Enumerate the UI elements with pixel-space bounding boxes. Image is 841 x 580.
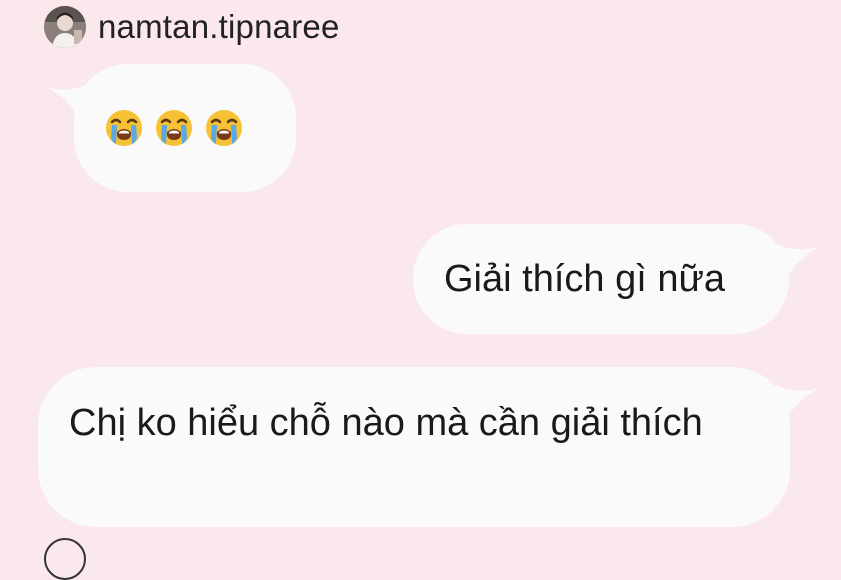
sender-avatar[interactable] — [44, 6, 86, 48]
loudly-crying-face-emoji-icon — [154, 108, 194, 148]
message-bubble-outgoing[interactable]: Giải thích gì nữa — [413, 224, 789, 334]
message-sender-header[interactable]: namtan.tipnaree — [44, 6, 340, 48]
loudly-crying-face-emoji-icon — [104, 108, 144, 148]
message-text: Chị ko hiểu chỗ nào mà cần giải thích — [69, 402, 703, 444]
profile-photo-icon — [44, 6, 86, 48]
next-sender-avatar[interactable] — [44, 538, 86, 580]
loudly-crying-face-emoji-icon — [204, 108, 244, 148]
message-bubble-emoji[interactable] — [74, 64, 296, 192]
sender-username[interactable]: namtan.tipnaree — [98, 8, 340, 46]
message-text: Giải thích gì nữa — [444, 258, 726, 300]
message-bubble-incoming[interactable]: Chị ko hiểu chỗ nào mà cần giải thích — [38, 367, 790, 527]
